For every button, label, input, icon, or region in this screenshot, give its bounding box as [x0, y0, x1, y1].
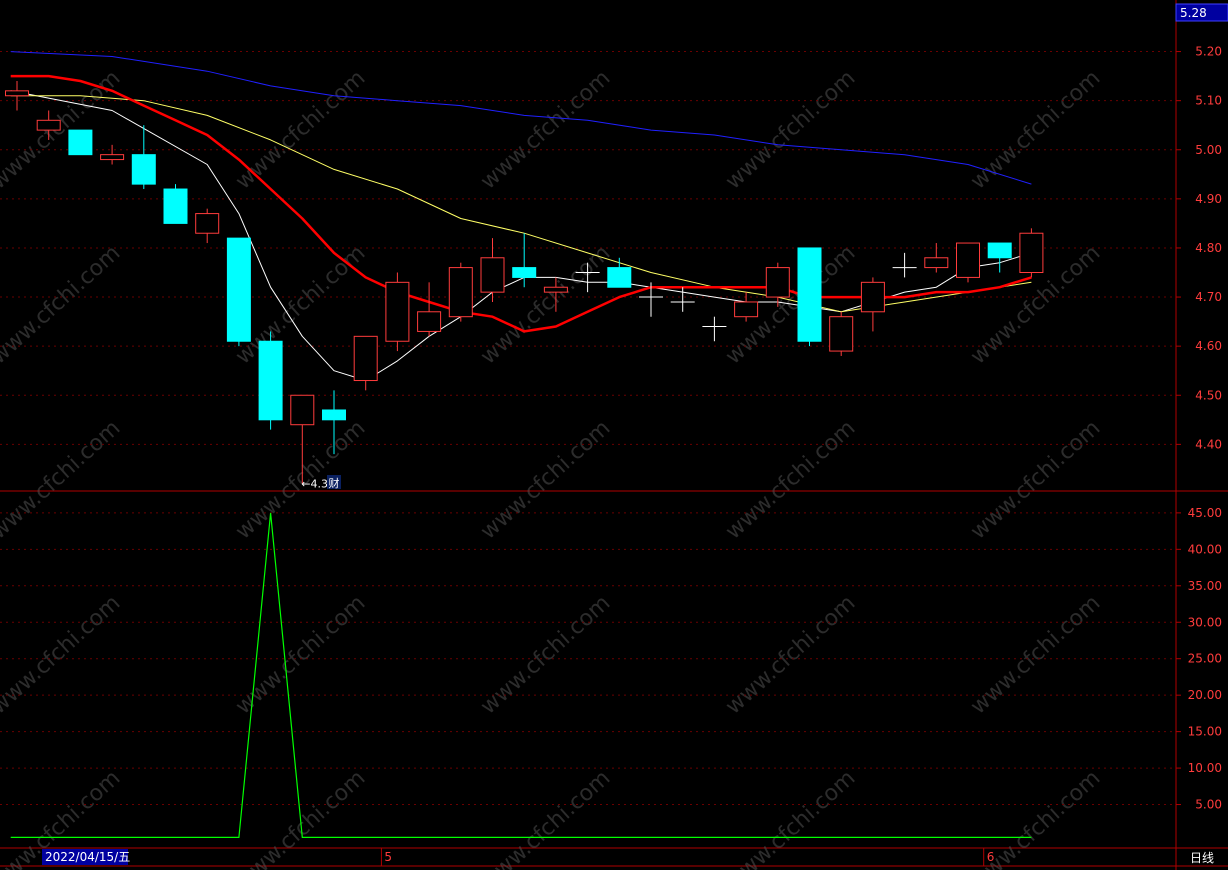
candle-body [987, 242, 1012, 259]
watermark-text: www.cfchi.com [231, 66, 370, 195]
candle-body [226, 237, 251, 342]
candle[interactable] [829, 311, 854, 356]
candle[interactable] [480, 238, 505, 302]
indicator-tick-label: 40.00 [1188, 542, 1222, 556]
watermark-text: www.cfchi.com [721, 66, 860, 195]
candle-body [765, 267, 790, 298]
candle-body [480, 257, 505, 293]
candle-body [68, 129, 93, 156]
watermark-layer: www.cfchi.com www.cfchi.com www.cfchi.com w… [0, 66, 1105, 870]
candle[interactable] [1019, 228, 1044, 278]
candle[interactable] [385, 272, 410, 352]
candle-body [385, 281, 410, 342]
candle-body [258, 340, 283, 421]
indicator-tick-label: 10.00 [1188, 761, 1222, 775]
candle[interactable] [100, 144, 125, 165]
candle[interactable] [702, 316, 727, 342]
candle[interactable] [131, 125, 156, 190]
candle-body [829, 316, 854, 352]
watermark-text: www.cfchi.com [0, 416, 125, 545]
candle[interactable] [68, 129, 93, 156]
candle-body [290, 394, 315, 426]
watermark-text: www.cfchi.com [476, 766, 615, 870]
candle-body [607, 267, 632, 288]
candle[interactable] [987, 242, 1012, 273]
last-price-label: 5.28 [1180, 6, 1207, 20]
indicator-axis-ticks: 45.00 40.00 35.00 30.00 25.00 20.00 15.00 10.00… [1176, 506, 1222, 812]
watermark-text: www.cfchi.com [721, 416, 860, 545]
candle-body [195, 213, 220, 234]
indicator-tick-label: 35.00 [1188, 579, 1222, 593]
x-tick-label: 6 [987, 850, 995, 864]
candle-body [1019, 232, 1044, 274]
candle-body [734, 301, 759, 318]
watermark-text: www.cfchi.com [0, 66, 125, 195]
candle-body [956, 242, 980, 278]
x-tick-label: 5 [384, 850, 392, 864]
indicator-tick-label: 5.00 [1195, 798, 1222, 812]
watermark-text: www.cfchi.com [476, 416, 615, 545]
price-tick-label: 4.70 [1195, 290, 1222, 304]
watermark-text: www.cfchi.com [966, 66, 1105, 195]
price-tick-label: 5.20 [1195, 45, 1222, 59]
indicator-tick-label: 30.00 [1188, 615, 1222, 629]
watermark-text: www.cfchi.com [476, 591, 615, 720]
candle-body [543, 286, 568, 293]
time-axis-labels: 56 [380, 848, 995, 866]
candle[interactable] [512, 233, 537, 288]
candle-body [36, 119, 61, 131]
price-tick-label: 4.90 [1195, 192, 1222, 206]
candle-body [512, 267, 537, 278]
candle[interactable] [195, 208, 220, 244]
watermark-text: www.cfchi.com [966, 591, 1105, 720]
indicator-tick-label: 20.00 [1188, 688, 1222, 702]
period-button[interactable]: 日线 [1190, 851, 1214, 865]
date-cursor-label: 2022/04/15/五 [45, 850, 130, 864]
candle[interactable] [417, 282, 442, 337]
watermark-text: www.cfchi.com [0, 241, 125, 370]
price-tick-label: 5.10 [1195, 94, 1222, 108]
watermark-text: www.cfchi.com [0, 591, 125, 720]
candle-body [448, 267, 473, 318]
candle-body [131, 154, 156, 185]
price-tick-label: 4.60 [1195, 339, 1222, 353]
price-tick-label: 4.50 [1195, 388, 1222, 402]
candle[interactable] [226, 237, 251, 347]
candle[interactable] [924, 243, 949, 273]
candle[interactable] [892, 252, 917, 278]
candle-body [860, 281, 885, 313]
kline-chart[interactable]: www.cfchi.com www.cfchi.com www.cfchi.com w… [0, 0, 1228, 870]
candle-body [5, 90, 29, 97]
indicator-tick-label: 15.00 [1188, 725, 1222, 739]
watermark-text: www.cfchi.com [231, 241, 370, 370]
candle-body [797, 247, 822, 342]
indicator-gridlines [0, 512, 1176, 806]
watermark-text: www.cfchi.com [721, 766, 860, 870]
price-tick-label: 5.00 [1195, 143, 1222, 157]
event-marker-caifu[interactable]: 财 [329, 476, 340, 490]
candle[interactable] [353, 335, 378, 391]
price-tick-label: 4.40 [1195, 437, 1222, 451]
candle[interactable] [797, 247, 822, 347]
watermark-text: www.cfchi.com [721, 591, 860, 720]
candle-body [322, 409, 346, 421]
indicator-tick-label: 25.00 [1188, 652, 1222, 666]
candle-body [163, 188, 188, 224]
candle[interactable] [163, 184, 188, 224]
candle[interactable] [5, 81, 29, 111]
indicator-tick-label: 45.00 [1188, 506, 1222, 520]
watermark-text: www.cfchi.com [966, 416, 1105, 545]
price-axis-ticks: 5.20 5.10 5.00 4.90 4.80 4.70 4.60 4.50 4.40 [1176, 45, 1222, 451]
candle-body [100, 154, 125, 161]
candle[interactable] [860, 277, 885, 332]
candle[interactable] [956, 242, 980, 283]
watermark-text: www.cfchi.com [476, 66, 615, 195]
price-tick-label: 4.80 [1195, 241, 1222, 255]
candle[interactable] [448, 262, 473, 322]
candle[interactable] [258, 331, 283, 430]
candle-body [417, 311, 442, 332]
candle-body [353, 335, 378, 382]
candle-body [924, 257, 949, 269]
